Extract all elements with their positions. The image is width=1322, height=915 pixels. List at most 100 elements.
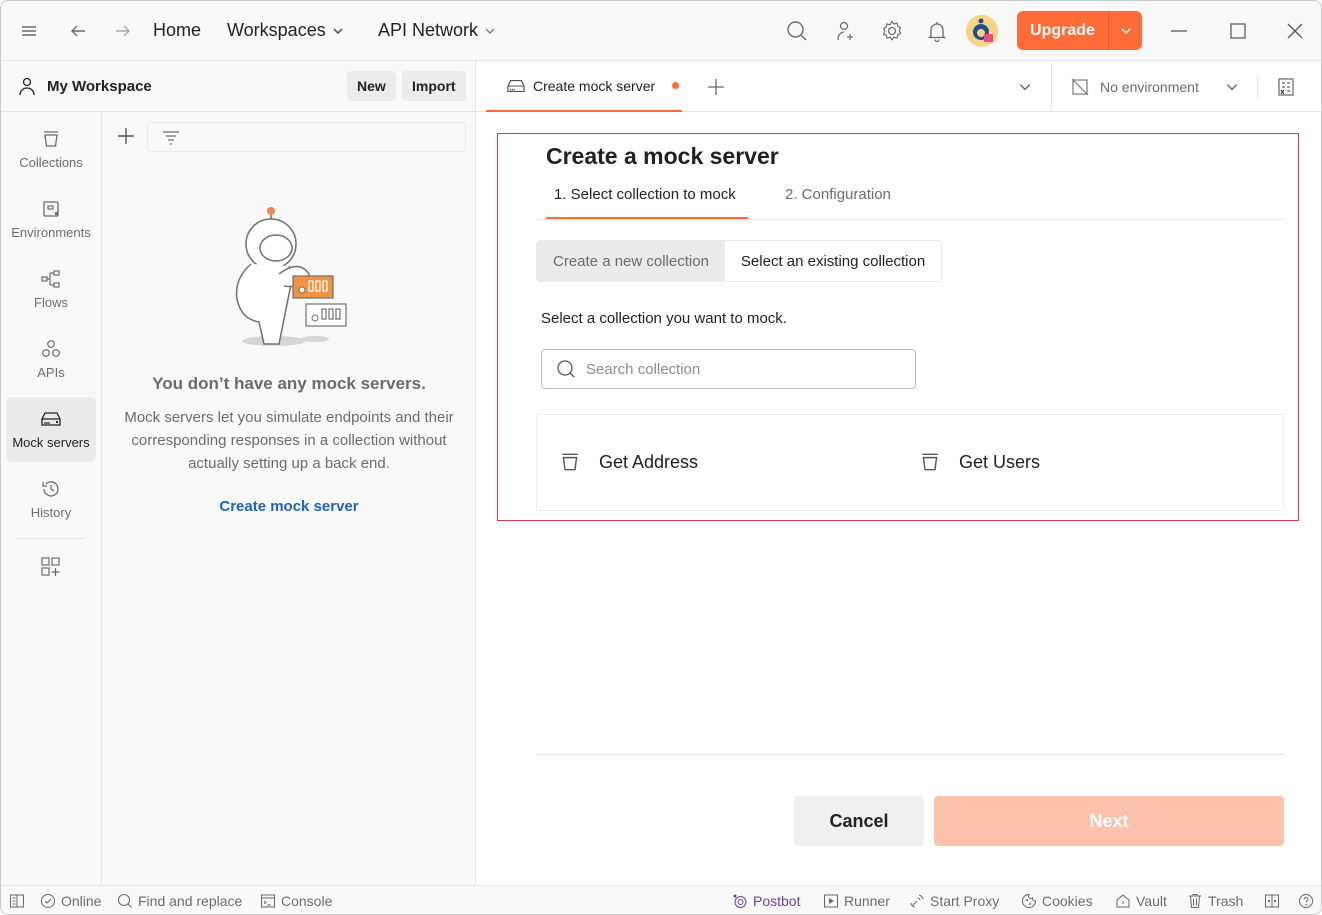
nav-api-network-label: API Network — [378, 20, 479, 40]
find-replace-label: Find and replace — [138, 893, 243, 909]
new-button[interactable]: New — [347, 71, 396, 101]
filter-input[interactable] — [147, 122, 466, 152]
title-bar: Home Workspaces API Network Upgrade — [1, 1, 1321, 61]
online-status[interactable]: Online — [40, 893, 101, 909]
rail-item-collections[interactable]: Collections — [6, 117, 96, 182]
tab-label: Create mock server — [533, 77, 656, 94]
search-icon — [118, 894, 132, 908]
search-collection-input[interactable] — [586, 360, 886, 378]
rail-label: Flows — [34, 295, 68, 310]
help-icon[interactable] — [1298, 893, 1314, 909]
two-pane-view-icon[interactable] — [1264, 893, 1280, 909]
find-and-replace-button[interactable]: Find and replace — [117, 893, 242, 909]
console-icon — [261, 894, 275, 908]
back-arrow-icon[interactable] — [68, 21, 88, 41]
rail-label: Mock servers — [12, 435, 90, 450]
settings-gear-icon[interactable] — [880, 19, 904, 43]
notifications-bell-icon[interactable] — [925, 19, 949, 43]
nav-home-label: Home — [153, 20, 202, 40]
trash-label: Trash — [1208, 893, 1244, 909]
chevron-down-icon — [1226, 83, 1237, 90]
toggle-sidebar-icon[interactable] — [9, 893, 25, 909]
workspace-title[interactable]: My Workspace — [17, 76, 152, 96]
collection-source-toggle: Create a new collection Select an existi… — [536, 240, 943, 282]
chevron-down-icon — [333, 28, 343, 34]
maximize-window-icon[interactable] — [1228, 21, 1248, 41]
astronaut-illustration — [229, 204, 349, 349]
select-existing-collection-option[interactable]: Select an existing collection — [724, 241, 942, 281]
cancel-button[interactable]: Cancel — [794, 796, 924, 846]
rail-item-flows[interactable]: Flows — [6, 257, 96, 322]
user-avatar[interactable] — [966, 15, 998, 47]
forward-arrow-icon[interactable] — [113, 21, 133, 41]
step-configuration[interactable]: 2. Configuration — [785, 186, 891, 203]
menu-icon[interactable] — [19, 21, 39, 41]
chevron-down-icon — [485, 28, 495, 34]
console-button[interactable]: Console — [260, 893, 332, 909]
empty-state-description: Mock servers let you simulate endpoints … — [124, 409, 454, 472]
search-icon[interactable] — [785, 19, 809, 43]
collection-name: Get Address — [599, 451, 699, 472]
unsaved-dot-icon — [672, 82, 680, 89]
app-window: Home Workspaces API Network Upgrade My W… — [0, 0, 1322, 915]
cookie-icon — [1022, 893, 1037, 908]
trash-button[interactable]: Trash — [1187, 893, 1243, 909]
runner-icon — [824, 894, 838, 908]
nav-workspaces[interactable]: Workspaces — [227, 20, 344, 41]
start-proxy-button[interactable]: Start Proxy — [909, 893, 999, 909]
postbot-button[interactable]: Postbot — [732, 893, 800, 909]
configure-sidebar-button[interactable] — [6, 542, 96, 592]
environment-quick-look-icon[interactable] — [1276, 77, 1296, 97]
collection-item-get-address[interactable]: Get Address — [559, 451, 698, 473]
online-label: Online — [61, 893, 102, 909]
rail-label: Environments — [11, 225, 91, 240]
rail-item-mock-servers[interactable]: Mock servers — [6, 397, 96, 462]
upgrade-label: Upgrade — [1017, 11, 1109, 50]
tabs-overflow-chevron-icon[interactable] — [1018, 80, 1032, 94]
rail-item-apis[interactable]: APIs — [6, 327, 96, 392]
rail-item-history[interactable]: History — [6, 467, 96, 532]
import-button[interactable]: Import — [402, 71, 466, 101]
nav-workspaces-label: Workspaces — [227, 20, 326, 40]
environment-label: No environment — [1100, 78, 1199, 95]
tab-create-mock-server[interactable]: Create mock server — [486, 61, 682, 112]
divider — [1256, 74, 1258, 99]
rail-item-environments[interactable]: Environments — [6, 187, 96, 252]
nav-home[interactable]: Home — [153, 20, 201, 41]
trash-icon — [1189, 894, 1201, 908]
invite-user-icon[interactable] — [834, 19, 858, 43]
tabs-bar: Create mock server No environment — [476, 61, 1321, 112]
new-tab-plus-icon[interactable] — [706, 77, 726, 97]
postbot-label: Postbot — [753, 893, 801, 909]
search-collection-field[interactable] — [541, 349, 916, 389]
start-proxy-label: Start Proxy — [930, 893, 1000, 909]
proxy-icon — [910, 894, 924, 908]
history-icon — [42, 481, 59, 497]
environment-selector[interactable]: No environment — [1051, 61, 1321, 112]
collection-list: Get Address Get Users — [536, 414, 1284, 511]
cookies-button[interactable]: Cookies — [1021, 893, 1093, 909]
vault-button[interactable]: Vault — [1115, 893, 1167, 909]
collection-item-get-users[interactable]: Get Users — [919, 451, 1040, 473]
left-rail: Collections Environments Flows APIs Mock… — [1, 112, 102, 885]
next-button[interactable]: Next — [934, 796, 1284, 846]
create-new-collection-option[interactable]: Create a new collection — [537, 241, 725, 281]
add-widgets-icon — [41, 557, 60, 576]
workspace-title-label: My Workspace — [47, 77, 152, 95]
runner-button[interactable]: Runner — [823, 893, 890, 909]
create-mock-server-link[interactable]: Create mock server — [102, 498, 476, 515]
step-select-collection[interactable]: 1. Select collection to mock — [554, 186, 736, 203]
close-window-icon[interactable] — [1285, 21, 1305, 41]
collections-icon — [44, 131, 58, 147]
rail-label: History — [30, 505, 72, 520]
nav-api-network[interactable]: API Network — [378, 20, 496, 41]
minimize-window-icon[interactable] — [1169, 21, 1189, 41]
apis-icon — [42, 340, 60, 357]
mock-servers-panel: You don’t have any mock servers. Mock se… — [102, 112, 476, 885]
upgrade-button[interactable]: Upgrade — [1017, 11, 1142, 50]
add-mock-server-icon[interactable] — [116, 126, 136, 146]
check-circle-icon — [41, 894, 55, 908]
rail-divider — [17, 538, 85, 539]
footer-divider — [536, 754, 1284, 755]
upgrade-dropdown-chevron-icon[interactable] — [1109, 11, 1142, 50]
